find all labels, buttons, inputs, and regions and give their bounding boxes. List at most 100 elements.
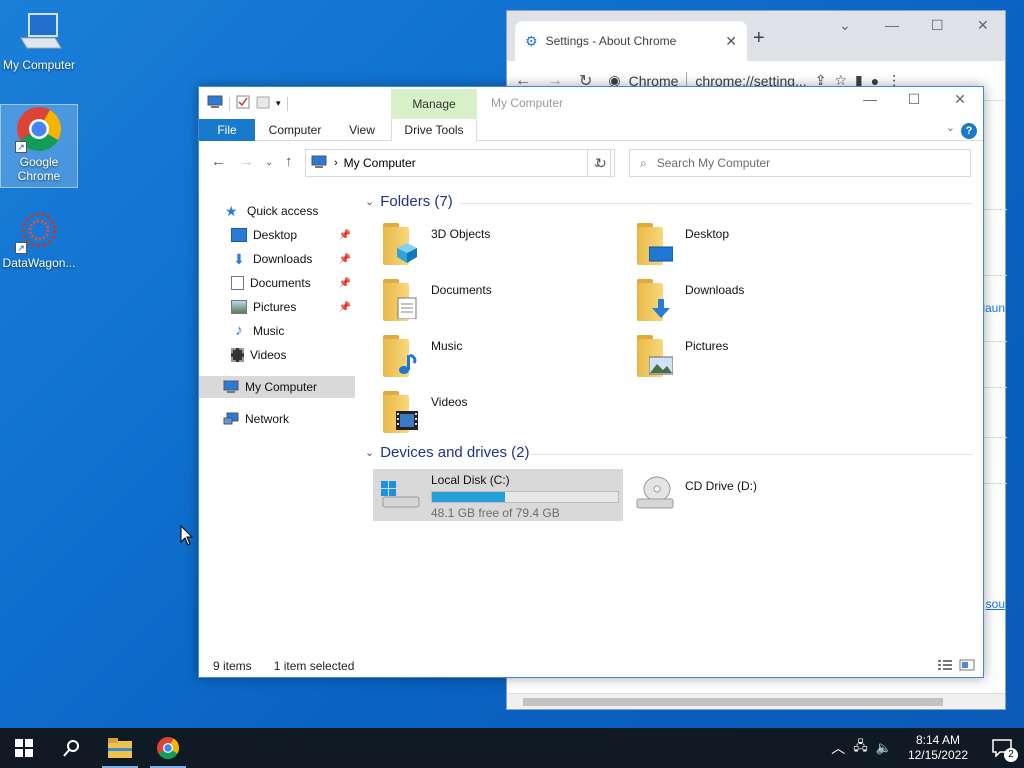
pictures-icon <box>231 300 247 314</box>
desktop-icon-label: Google Chrome <box>17 155 61 183</box>
chrome-tab-search-icon[interactable]: ⌄ <box>839 17 851 34</box>
folder-downloads[interactable]: Downloads <box>637 277 877 331</box>
system-tray: ︿ 🖧 🔈 8:14 AM 12/15/2022 2 <box>827 728 1024 768</box>
desktop-icon-my-computer[interactable]: My Computer <box>0 8 78 72</box>
folder-3d-objects[interactable]: 3D Objects <box>383 221 623 275</box>
folder-music[interactable]: Music <box>383 333 623 387</box>
nav-desktop[interactable]: Desktop 📌 <box>199 224 355 246</box>
desktop-icon-google-chrome[interactable]: ↗ Google Chrome <box>0 104 78 188</box>
drive-usage-fill <box>432 492 506 502</box>
chrome-minimize-button[interactable]: — <box>885 17 899 33</box>
nav-label: Documents <box>250 276 311 290</box>
expand-ribbon-icon[interactable]: ⌄ <box>946 121 955 134</box>
refresh-button[interactable]: ↻ <box>587 149 615 177</box>
folder-desktop[interactable]: Desktop <box>637 221 877 275</box>
drive-cd-d[interactable]: CD Drive (D:) <box>627 469 877 521</box>
nav-music[interactable]: ♪ Music <box>199 320 355 342</box>
tab-drive-tools[interactable]: Drive Tools <box>391 119 477 141</box>
search-button[interactable] <box>48 728 96 768</box>
music-note-icon: ♪ <box>235 322 243 339</box>
pin-icon[interactable]: 📌 <box>339 302 351 313</box>
up-arrow-icon[interactable]: ↑ <box>285 153 293 170</box>
navigation-pane: ★ Quick access Desktop 📌 ⬇ Downloads 📌 D… <box>199 187 355 657</box>
chrome-horizontal-scrollbar[interactable] <box>507 693 1005 709</box>
manage-context-tab[interactable]: Manage <box>391 89 477 119</box>
pin-icon[interactable]: 📌 <box>339 230 351 241</box>
search-icon: ⌕ <box>640 155 647 170</box>
search-input[interactable]: ⌕ Search My Computer <box>629 149 971 177</box>
help-icon[interactable]: ? <box>961 123 977 139</box>
pin-icon[interactable]: 📌 <box>339 278 351 289</box>
address-text: My Computer <box>343 156 416 170</box>
taskbar: ︿ 🖧 🔈 8:14 AM 12/15/2022 2 <box>0 728 1024 768</box>
folder-videos[interactable]: Videos <box>383 389 623 443</box>
tab-file[interactable]: File <box>199 119 255 141</box>
volume-icon[interactable]: 🔈 <box>872 740 896 756</box>
drive-local-disk-c[interactable]: Local Disk (C:) 48.1 GB free of 79.4 GB <box>373 469 623 521</box>
folder-music-icon <box>383 333 421 379</box>
tab-computer[interactable]: Computer <box>259 119 331 141</box>
desktop-icon-datawagon[interactable]: ↗ DataWagon... <box>0 206 78 270</box>
close-tab-icon[interactable]: ✕ <box>725 33 737 50</box>
desktop-icon-label: DataWagon... <box>2 256 76 270</box>
address-bar[interactable]: › My Computer ⌄ <box>305 149 611 177</box>
clock[interactable]: 8:14 AM 12/15/2022 <box>896 733 980 763</box>
properties-icon[interactable] <box>236 95 250 112</box>
chrome-maximize-button[interactable]: ☐ <box>931 17 944 34</box>
forward-arrow-icon[interactable]: → <box>239 153 254 170</box>
recent-locations-icon[interactable]: ⌄ <box>265 157 273 168</box>
nav-documents[interactable]: Documents 📌 <box>199 272 355 294</box>
details-view-icon[interactable] <box>937 659 953 674</box>
nav-network[interactable]: Network <box>199 408 355 430</box>
folder-videos-icon <box>383 389 421 435</box>
chrome-close-button[interactable]: ✕ <box>977 17 989 34</box>
folders-group-header[interactable]: ⌄ Folders (7) <box>365 193 453 210</box>
chrome-page-link[interactable]: laun <box>982 301 1005 315</box>
shortcut-arrow-icon: ↗ <box>15 242 27 254</box>
notification-count-badge: 2 <box>1004 748 1018 762</box>
folder-pictures[interactable]: Pictures <box>637 333 877 387</box>
qat-divider <box>286 96 288 111</box>
nav-downloads[interactable]: ⬇ Downloads 📌 <box>199 248 355 270</box>
start-button[interactable] <box>0 728 48 768</box>
explorer-titlebar: ▾ Manage My Computer — ☐ ✕ <box>199 87 983 119</box>
clock-time: 8:14 AM <box>915 733 960 747</box>
scrollbar-thumb[interactable] <box>523 698 943 706</box>
network-status-icon[interactable]: 🖧 <box>849 737 872 759</box>
tab-view[interactable]: View <box>339 119 385 141</box>
nav-my-computer[interactable]: My Computer <box>199 376 355 398</box>
group-title: Folders (7) <box>380 193 453 210</box>
selected-count: 1 item selected <box>273 659 355 673</box>
windows-drive-icon <box>379 473 421 513</box>
maximize-button[interactable]: ☐ <box>899 91 929 108</box>
new-tab-button[interactable]: + <box>753 27 765 50</box>
qat-dropdown-icon[interactable]: ▾ <box>276 98 281 109</box>
search-placeholder: Search My Computer <box>656 156 771 170</box>
group-divider <box>459 203 973 204</box>
taskbar-chrome[interactable] <box>144 728 192 768</box>
gear-icon: ⚙ <box>525 32 538 49</box>
film-icon <box>231 348 244 362</box>
nav-quick-access[interactable]: ★ Quick access <box>199 200 355 222</box>
show-hidden-icons-chevron[interactable]: ︿ <box>827 738 849 758</box>
back-arrow-icon[interactable]: ← <box>211 153 226 170</box>
nav-label: My Computer <box>245 380 318 394</box>
drives-group-header[interactable]: ⌄ Devices and drives (2) <box>365 444 529 461</box>
breadcrumb-separator: › <box>334 157 338 169</box>
folder-documents[interactable]: Documents <box>383 277 623 331</box>
new-folder-icon[interactable] <box>256 95 270 112</box>
minimize-button[interactable]: — <box>855 91 885 107</box>
shortcut-arrow-icon: ↗ <box>15 141 27 153</box>
file-explorer-window[interactable]: ▾ Manage My Computer — ☐ ✕ File Computer… <box>198 86 984 678</box>
ribbon-tabs: File Computer View Drive Tools ⌄ ? <box>199 119 983 141</box>
action-center-button[interactable]: 2 <box>980 728 1024 768</box>
pin-icon[interactable]: 📌 <box>339 254 351 265</box>
close-button[interactable]: ✕ <box>945 91 975 108</box>
taskbar-file-explorer[interactable] <box>96 728 144 768</box>
nav-videos[interactable]: Videos <box>199 344 355 366</box>
nav-pictures[interactable]: Pictures 📌 <box>199 296 355 318</box>
folder-label: Downloads <box>685 283 745 297</box>
chrome-tab-settings[interactable]: ⚙ Settings - About Chrome ✕ <box>515 21 747 61</box>
tiles-view-icon[interactable] <box>959 659 975 674</box>
chrome-page-link[interactable]: sou <box>986 597 1005 611</box>
